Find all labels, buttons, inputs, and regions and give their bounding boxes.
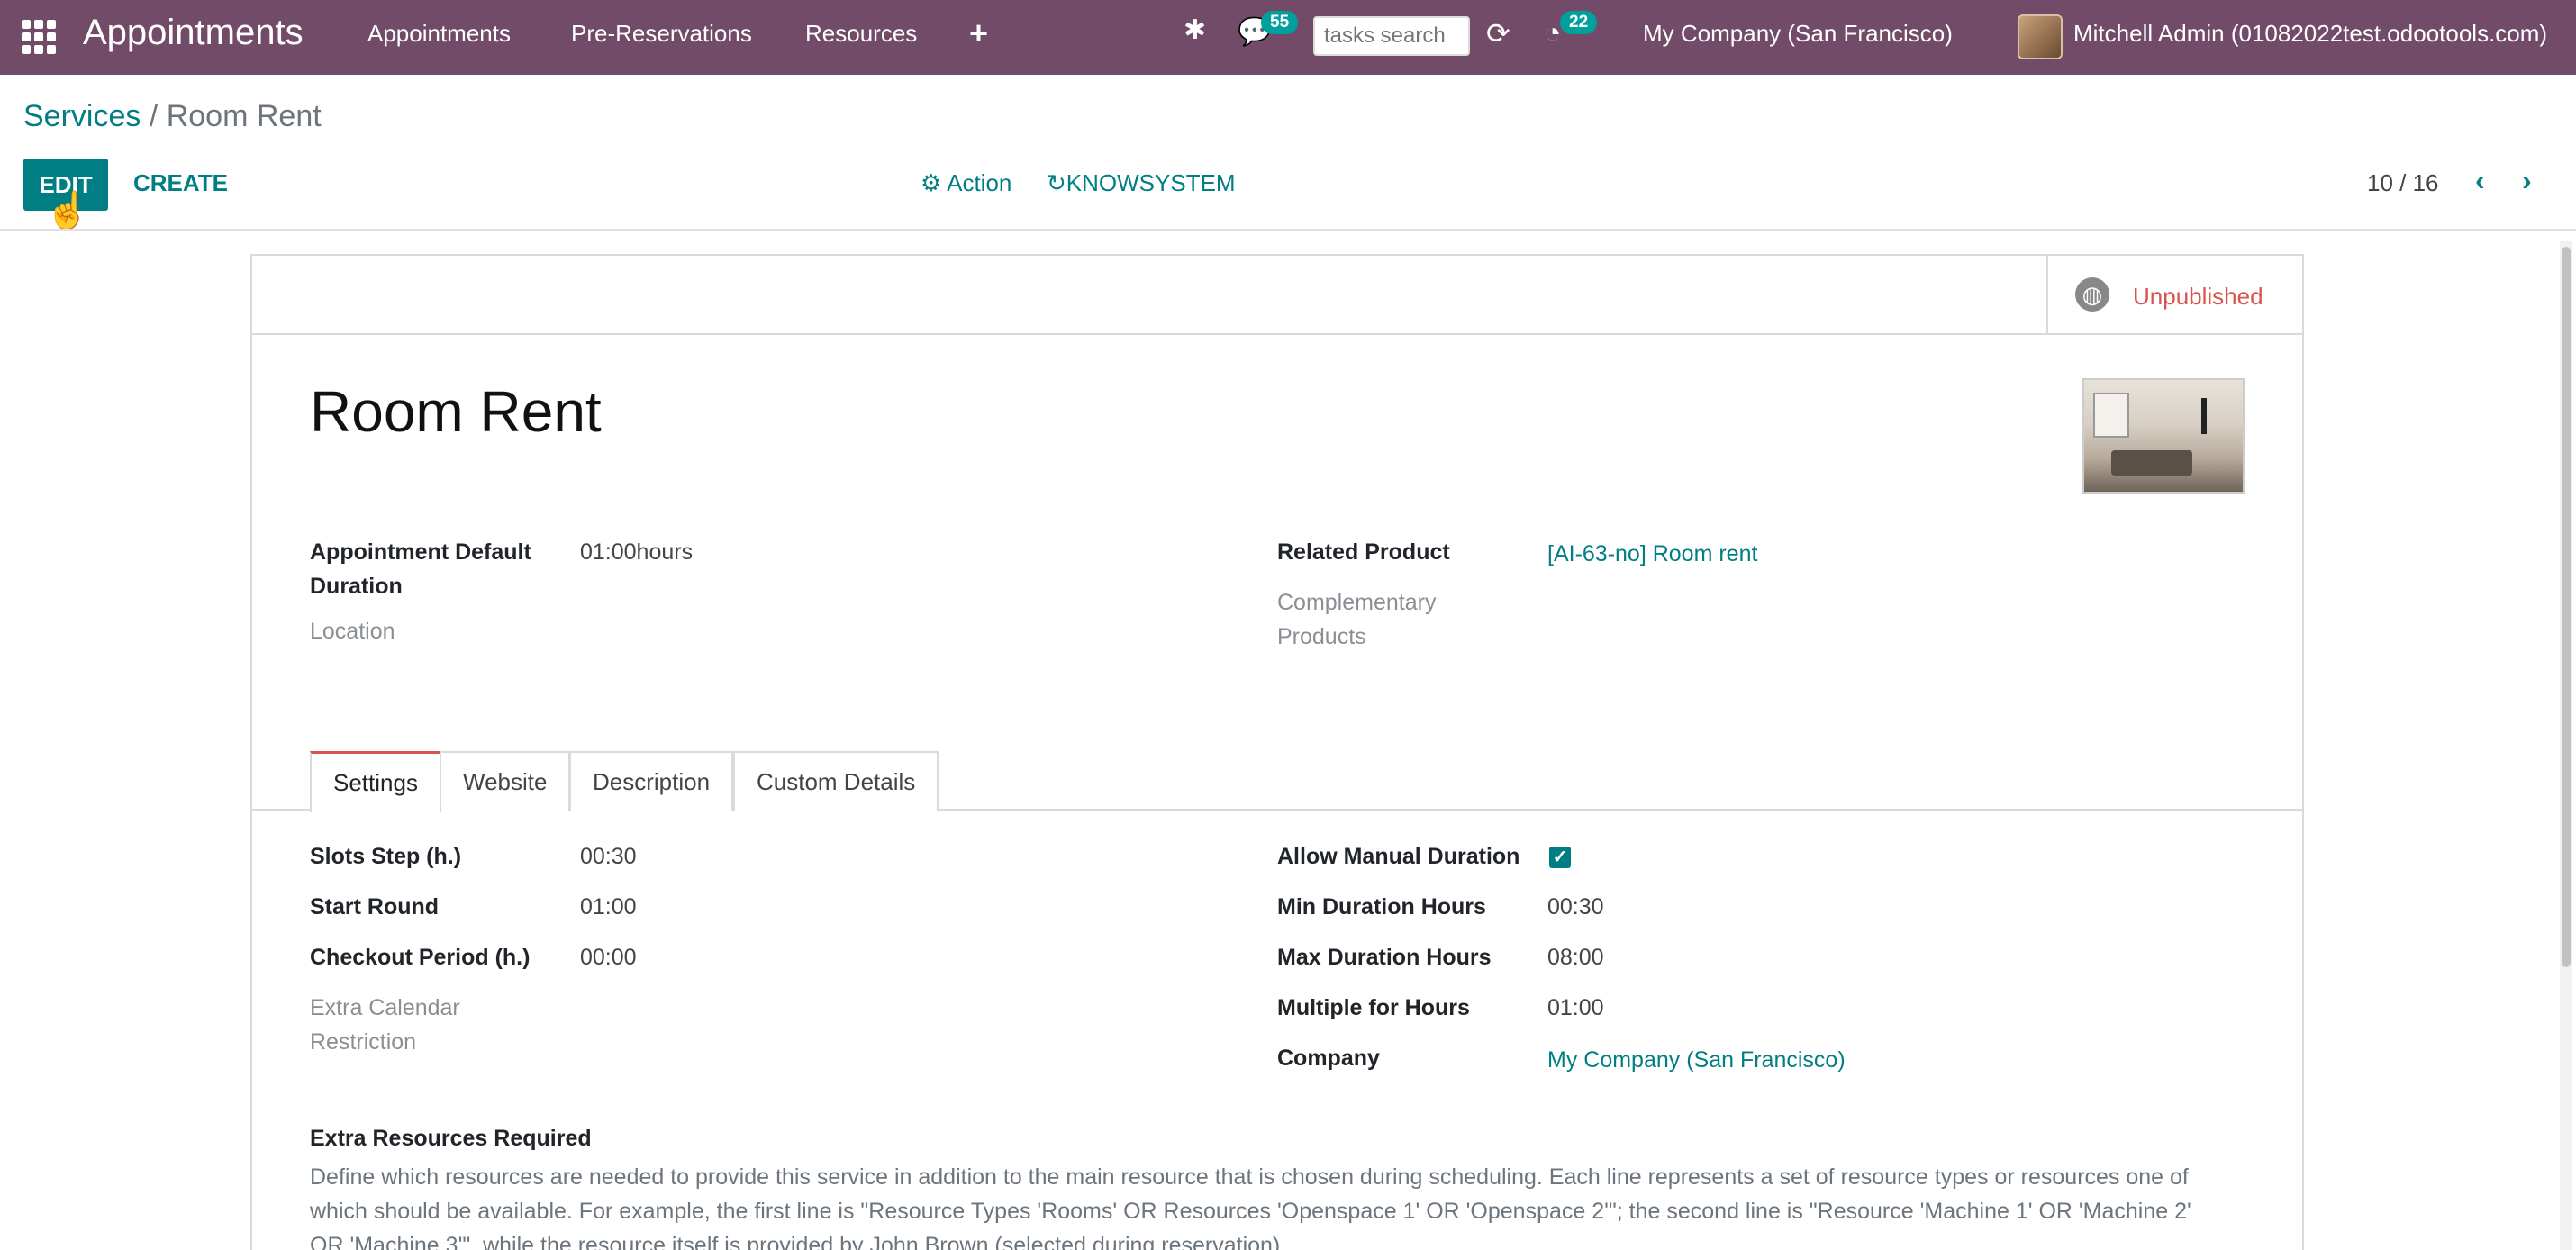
company-label: Company bbox=[1277, 1046, 1380, 1071]
chevron-left-icon[interactable]: ‹ bbox=[2475, 164, 2485, 197]
company-switcher[interactable]: My Company (San Francisco) bbox=[1643, 20, 1953, 48]
scrollbar-thumb[interactable] bbox=[2562, 247, 2571, 967]
tasks-search-input[interactable] bbox=[1313, 16, 1470, 56]
allow-manual-duration-label: Allow Manual Duration bbox=[1277, 844, 1520, 869]
form-sheet: ◍ Unpublished Room Rent Appointment Defa… bbox=[250, 254, 2304, 1250]
top-navbar: Appointments Appointments Pre-Reservatio… bbox=[0, 0, 2576, 75]
chevron-right-icon[interactable]: › bbox=[2522, 164, 2532, 197]
tab-description[interactable]: Description bbox=[569, 751, 734, 811]
default-duration-value: 01:00hours bbox=[580, 539, 694, 565]
extra-resources-title: Extra Resources Required bbox=[310, 1126, 592, 1151]
tab-website[interactable]: Website bbox=[440, 751, 571, 811]
start-round-value: 01:00 bbox=[580, 894, 637, 919]
apps-menu-icon[interactable] bbox=[22, 20, 56, 54]
control-panel-divider bbox=[0, 229, 2576, 231]
menu-pre-reservations[interactable]: Pre-Reservations bbox=[571, 20, 752, 48]
related-product-label: Related Product bbox=[1277, 539, 1450, 565]
breadcrumb-services[interactable]: Services bbox=[23, 99, 141, 133]
avatar[interactable] bbox=[2018, 14, 2063, 59]
menu-appointments[interactable]: Appointments bbox=[367, 20, 511, 48]
user-menu[interactable]: Mitchell Admin (01082022test.odootools.c… bbox=[2073, 20, 2547, 48]
slots-step-value: 00:30 bbox=[580, 844, 637, 869]
start-round-label: Start Round bbox=[310, 894, 440, 919]
chat-badge: 55 bbox=[1261, 11, 1299, 34]
max-duration-value: 08:00 bbox=[1547, 945, 1604, 970]
checkout-period-value: 00:00 bbox=[580, 945, 637, 970]
record-title: Room Rent bbox=[310, 379, 602, 444]
publish-toggle-button[interactable]: ◍ Unpublished bbox=[2046, 256, 2302, 333]
max-duration-label: Max Duration Hours bbox=[1277, 945, 1492, 970]
publish-status: Unpublished bbox=[2133, 283, 2263, 310]
location-label: Location bbox=[310, 619, 395, 644]
multiple-hours-label: Multiple for Hours bbox=[1277, 995, 1470, 1020]
tab-custom-details[interactable]: Custom Details bbox=[733, 751, 939, 811]
bug-icon[interactable]: ✱ bbox=[1184, 14, 1206, 46]
allow-manual-duration-checkbox[interactable]: ✓ bbox=[1549, 847, 1571, 868]
activity-clock-icon[interactable]: ◔ bbox=[1544, 16, 1561, 50]
plus-icon[interactable]: + bbox=[969, 14, 988, 52]
slots-step-label: Slots Step (h.) bbox=[310, 844, 462, 869]
multiple-hours-value: 01:00 bbox=[1547, 995, 1604, 1020]
hand-cursor-icon: ☝ bbox=[45, 191, 90, 231]
breadcrumb: Services / Room Rent bbox=[23, 99, 322, 134]
sync-icon[interactable]: ⟳ bbox=[1486, 16, 1510, 50]
min-duration-label: Min Duration Hours bbox=[1277, 894, 1486, 919]
create-button[interactable]: CREATE bbox=[133, 169, 228, 197]
breadcrumb-separator: / bbox=[141, 99, 167, 133]
related-product-link[interactable]: [AI-63-no] Room rent bbox=[1547, 537, 1757, 571]
complementary-products-label: Complementary Products bbox=[1277, 590, 1437, 649]
breadcrumb-current: Room Rent bbox=[166, 99, 322, 133]
checkout-period-label: Checkout Period (h.) bbox=[310, 945, 531, 970]
action-menu[interactable]: ⚙ Action bbox=[921, 169, 1011, 197]
knowsystem-button[interactable]: ↻KNOWSYSTEM bbox=[1047, 169, 1236, 197]
button-box: ◍ Unpublished bbox=[252, 256, 2302, 335]
app-brand[interactable]: Appointments bbox=[83, 13, 304, 53]
extra-calendar-restriction-label: Extra Calendar Restriction bbox=[310, 995, 460, 1055]
scrollbar[interactable] bbox=[2560, 241, 2572, 1250]
company-link[interactable]: My Company (San Francisco) bbox=[1547, 1043, 1846, 1077]
knowsystem-label: KNOWSYSTEM bbox=[1066, 169, 1236, 196]
gear-icon: ⚙ bbox=[921, 169, 942, 196]
record-image[interactable] bbox=[2082, 378, 2245, 494]
activity-badge: 22 bbox=[1560, 11, 1598, 34]
menu-resources[interactable]: Resources bbox=[805, 20, 917, 48]
min-duration-value: 00:30 bbox=[1547, 894, 1604, 919]
tab-settings[interactable]: Settings bbox=[310, 751, 441, 812]
pager-value[interactable]: 10 / 16 bbox=[2367, 169, 2439, 197]
refresh-icon: ↻ bbox=[1047, 169, 1066, 196]
globe-icon: ◍ bbox=[2075, 277, 2109, 312]
default-duration-label: Appointment Default Duration bbox=[310, 539, 531, 599]
extra-resources-help: Define which resources are needed to pro… bbox=[310, 1164, 2191, 1250]
action-label: Action bbox=[947, 169, 1012, 196]
